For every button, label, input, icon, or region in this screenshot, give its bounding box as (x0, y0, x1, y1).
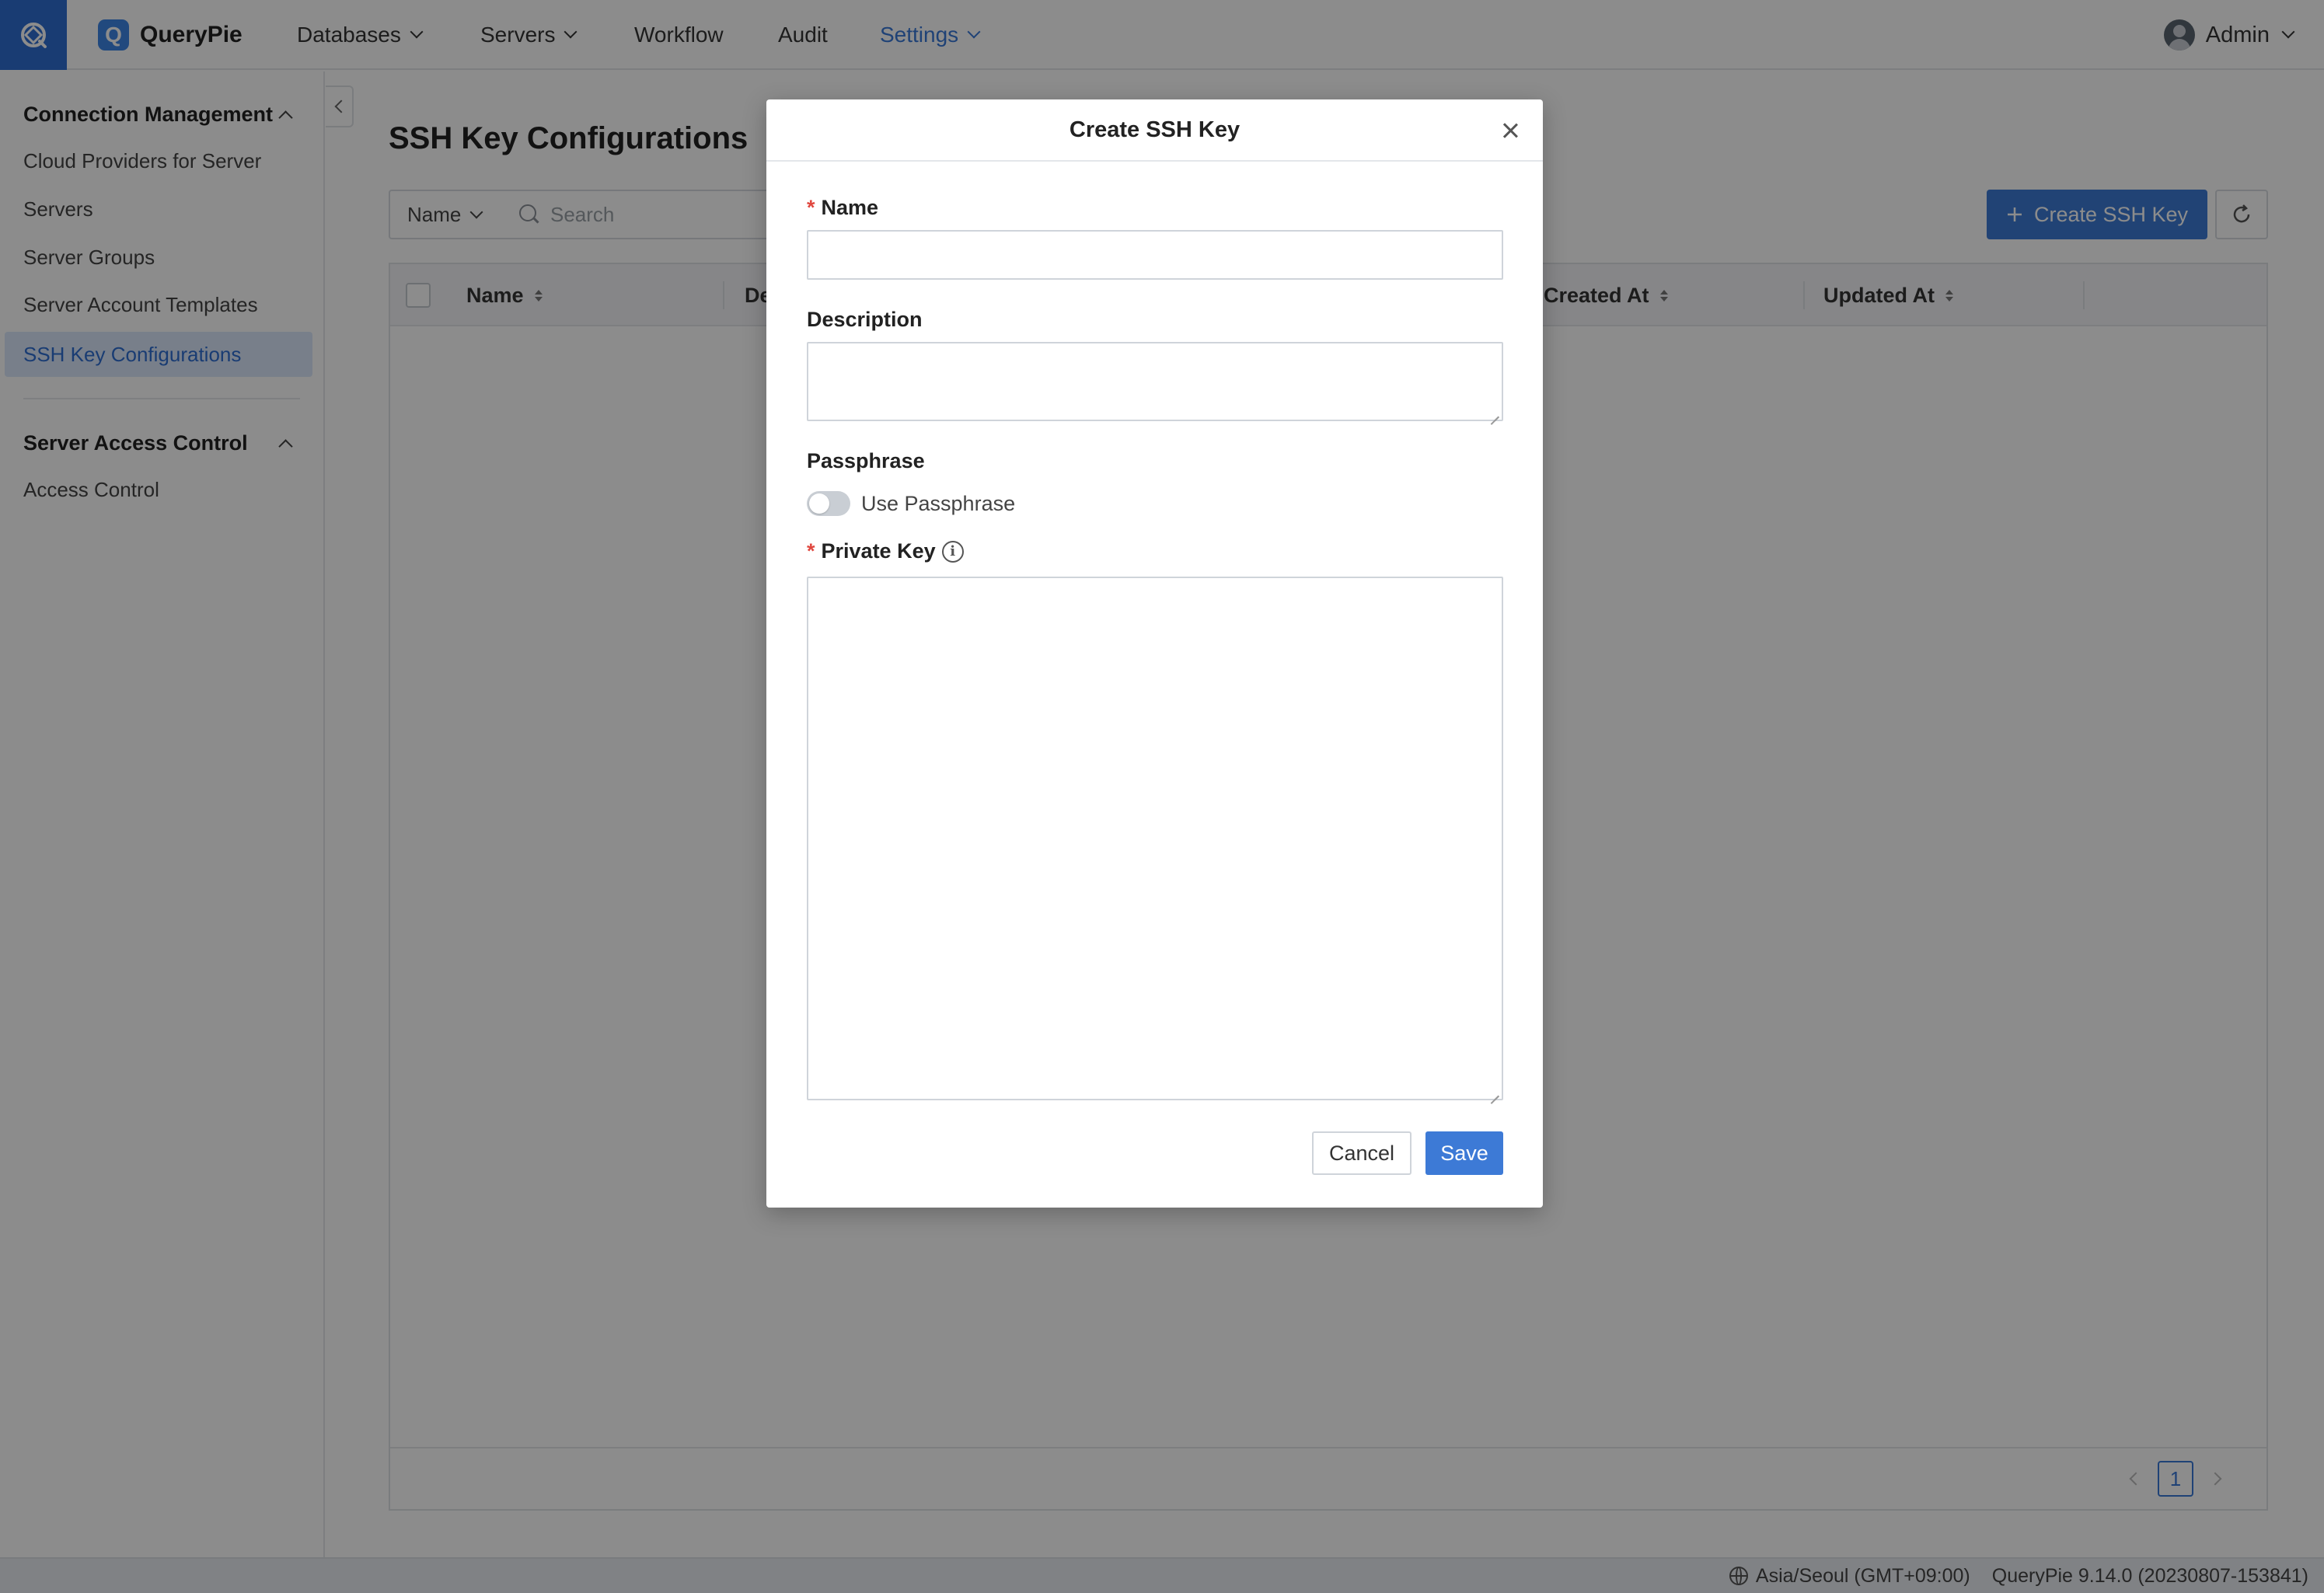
private-key-field[interactable] (807, 577, 1503, 1100)
required-marker: * (807, 539, 815, 563)
save-button[interactable]: Save (1425, 1131, 1503, 1175)
name-field[interactable] (807, 230, 1503, 280)
description-field[interactable] (807, 342, 1503, 421)
cancel-button[interactable]: Cancel (1312, 1131, 1411, 1175)
info-icon[interactable]: i (941, 540, 964, 563)
use-passphrase-row: Use Passphrase (807, 491, 1015, 516)
resize-handle-icon[interactable] (1488, 406, 1499, 417)
dialog-title: Create SSH Key (1069, 117, 1241, 142)
use-passphrase-label: Use Passphrase (861, 491, 1016, 515)
passphrase-label: Passphrase (807, 449, 925, 472)
create-ssh-key-dialog: Create SSH Key * Name Description Passph… (766, 99, 1543, 1208)
name-label: * Name (807, 196, 879, 219)
dialog-header: Create SSH Key (766, 99, 1543, 162)
description-label: Description (807, 308, 923, 331)
use-passphrase-toggle[interactable] (807, 491, 850, 516)
private-key-label: * Private Key i (807, 539, 964, 563)
close-icon[interactable] (1499, 120, 1521, 141)
required-marker: * (807, 196, 815, 219)
resize-handle-icon[interactable] (1488, 1086, 1499, 1096)
